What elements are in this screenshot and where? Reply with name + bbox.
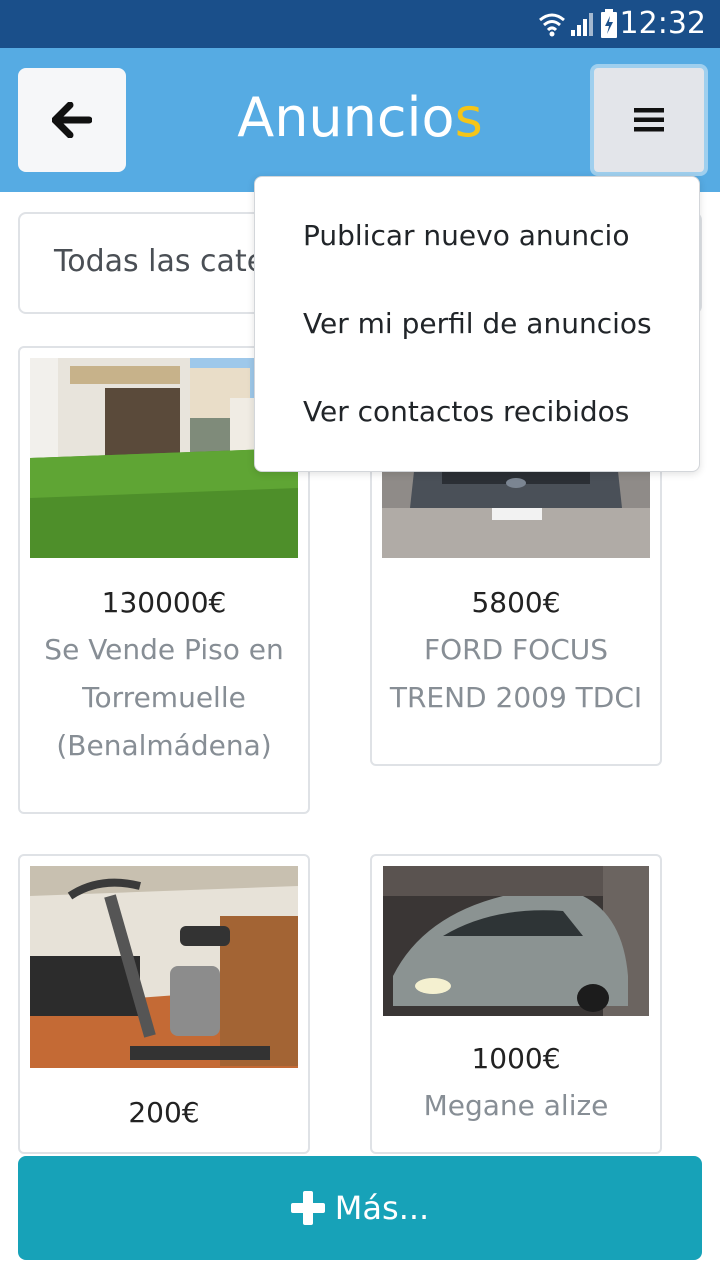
clock: 12:32 [619, 6, 706, 41]
listing-photo [383, 866, 649, 1016]
listing-card[interactable]: 1000€ Megane alize [370, 854, 662, 1154]
menu-item-profile[interactable]: Ver mi perfil de anuncios [303, 307, 652, 340]
hamburger-icon [634, 108, 664, 132]
more-button-label: Más... [334, 1189, 430, 1227]
status-bar: 12:32 [0, 0, 720, 48]
page-title-text: Anuncio [237, 86, 455, 149]
page-title-accent: s [454, 86, 483, 149]
wifi-icon [539, 13, 565, 37]
listing-price: 130000€ [101, 586, 227, 619]
listing-title: FORD FOCUS TREND 2009 TDCI [389, 633, 643, 714]
menu-item-publish[interactable]: Publicar nuevo anuncio [303, 219, 629, 252]
plus-icon [290, 1191, 325, 1225]
listing-photo [30, 866, 298, 1068]
listing-price: 200€ [128, 1096, 200, 1129]
battery-charging-icon [601, 9, 617, 38]
menu-item-contacts[interactable]: Ver contactos recibidos [303, 395, 629, 428]
options-dropdown: Publicar nuevo anuncio Ver mi perfil de … [254, 176, 700, 472]
listing-title: Se Vende Piso en Torremuelle (Benalmáden… [44, 633, 284, 762]
listing-title: Megane alize [423, 1089, 609, 1122]
listing-card[interactable]: 200€ [18, 854, 310, 1154]
signal-icon [571, 13, 593, 36]
listing-price: 5800€ [471, 586, 561, 619]
menu-button[interactable] [590, 64, 708, 176]
more-button[interactable]: Más... [18, 1156, 702, 1260]
app-header: Anuncios [0, 48, 720, 192]
listing-price: 1000€ [471, 1042, 561, 1075]
